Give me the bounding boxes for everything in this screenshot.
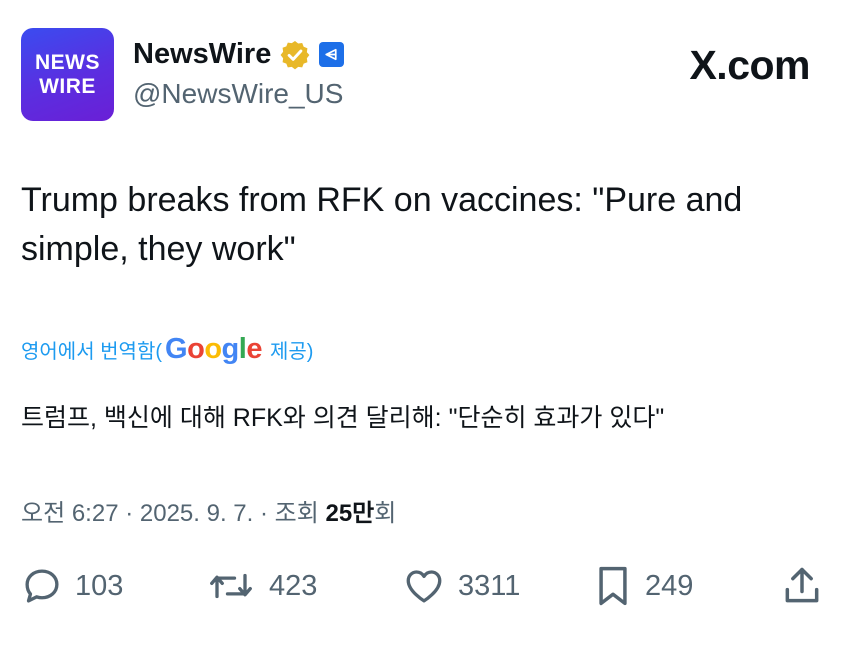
reply-button[interactable]: 103 <box>21 563 123 609</box>
display-name-row: NewsWire <box>133 38 345 71</box>
views-suffix: 회 <box>374 500 397 527</box>
views-count: 25만 <box>325 500 375 527</box>
avatar-line-2: WIRE <box>39 74 96 98</box>
display-name[interactable]: NewsWire <box>133 38 271 71</box>
post-card: NEWS WIRE NewsWire @NewsWire_US X.com Tr… <box>0 0 850 650</box>
bookmark-button[interactable]: 249 <box>593 563 693 609</box>
x-brand-logo: X.com <box>689 42 810 88</box>
affiliate-badge-icon[interactable] <box>319 42 345 67</box>
views-label: 조회 <box>274 500 319 527</box>
like-count: 3311 <box>458 569 521 602</box>
translation-suffix: 제공) <box>269 341 314 363</box>
post-time[interactable]: 오전 6:27 <box>21 500 119 527</box>
translation-attribution[interactable]: 영어에서 번역함( Google 제공) <box>21 333 313 366</box>
verified-icon[interactable] <box>279 39 311 71</box>
repost-button[interactable]: 423 <box>205 563 317 609</box>
translation-prefix: 영어에서 번역함( <box>21 341 163 363</box>
post-meta: 오전 6:27 · 2025. 9. 7. · 조회 25만회 <box>21 493 396 528</box>
post-date[interactable]: 2025. 9. 7. <box>140 500 253 527</box>
share-icon <box>785 567 819 603</box>
repost-count: 423 <box>269 569 318 602</box>
meta-separator: · <box>253 500 275 527</box>
bookmark-icon <box>599 566 627 606</box>
reply-count: 103 <box>75 569 124 602</box>
avatar-line-1: NEWS <box>35 50 100 74</box>
like-button[interactable]: 3311 <box>402 563 520 609</box>
reply-icon <box>25 569 59 603</box>
repost-icon <box>210 573 252 599</box>
account-avatar[interactable]: NEWS WIRE <box>21 28 114 121</box>
share-button[interactable] <box>780 563 824 609</box>
translated-text: 트럼프, 백신에 대해 RFK와 의견 달리해: "단순히 효과가 있다" <box>21 404 665 432</box>
google-logo: Google <box>165 333 262 365</box>
post-text: Trump breaks from RFK on vaccines: "Pure… <box>21 181 743 268</box>
account-handle[interactable]: @NewsWire_US <box>133 78 343 110</box>
meta-separator: · <box>118 500 140 527</box>
like-icon <box>406 570 442 603</box>
bookmark-count: 249 <box>645 569 694 602</box>
